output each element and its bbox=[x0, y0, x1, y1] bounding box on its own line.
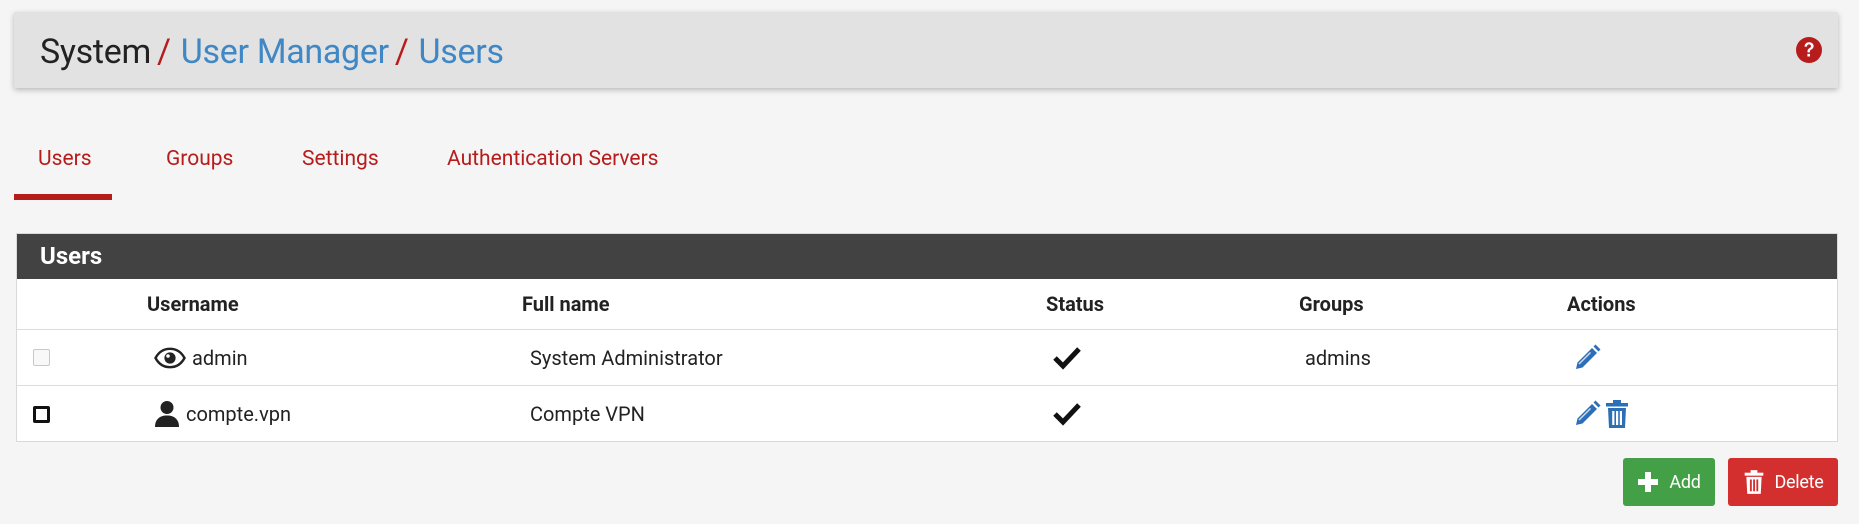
users-panel: Users Username Full name Status Groups A… bbox=[16, 233, 1838, 442]
row-select-checkbox bbox=[33, 349, 50, 366]
full-name-cell: System Administrator bbox=[530, 345, 723, 370]
add-user-button[interactable]: Add bbox=[1623, 458, 1715, 506]
tab-settings[interactable]: Settings bbox=[302, 138, 379, 200]
edit-icon[interactable] bbox=[1572, 399, 1602, 429]
checkmark-icon bbox=[1052, 402, 1082, 426]
table-row: admin System Administrator admins bbox=[17, 330, 1837, 386]
delete-users-button[interactable]: Delete bbox=[1728, 458, 1838, 506]
table-header-row: Username Full name Status Groups Actions bbox=[17, 279, 1837, 330]
tab-authentication-servers[interactable]: Authentication Servers bbox=[447, 138, 659, 200]
trash-icon bbox=[1743, 468, 1765, 496]
breadcrumb-system: System bbox=[40, 32, 151, 72]
breadcrumb-users-link[interactable]: Users bbox=[419, 32, 505, 72]
row-select-checkbox[interactable] bbox=[33, 405, 50, 423]
column-header-status[interactable]: Status bbox=[1046, 279, 1104, 329]
trash-icon[interactable] bbox=[1604, 399, 1630, 429]
tab-users[interactable]: Users bbox=[14, 138, 112, 200]
column-header-full-name[interactable]: Full name bbox=[522, 279, 610, 329]
tab-groups[interactable]: Groups bbox=[166, 138, 233, 200]
delete-button-label: Delete bbox=[1774, 471, 1824, 493]
username-cell: compte.vpn bbox=[186, 402, 292, 426]
user-icon bbox=[154, 400, 180, 428]
breadcrumb: System / User Manager / Users bbox=[40, 32, 504, 72]
column-header-actions: Actions bbox=[1567, 292, 1636, 316]
groups-cell: admins bbox=[1305, 345, 1371, 370]
page-header: System / User Manager / Users bbox=[14, 12, 1838, 88]
username-cell: admin bbox=[192, 345, 248, 370]
eye-icon bbox=[154, 347, 186, 369]
breadcrumb-user-manager-link[interactable]: User Manager bbox=[181, 32, 389, 72]
add-button-label: Add bbox=[1669, 471, 1701, 493]
column-header-username[interactable]: Username bbox=[147, 279, 239, 329]
help-icon[interactable] bbox=[1794, 35, 1824, 65]
breadcrumb-separator: / bbox=[157, 32, 171, 72]
table-row: compte.vpn Compte VPN bbox=[17, 386, 1837, 442]
edit-icon[interactable] bbox=[1572, 343, 1602, 373]
plus-icon bbox=[1637, 471, 1659, 493]
checkmark-icon bbox=[1052, 346, 1082, 370]
breadcrumb-separator: / bbox=[394, 32, 409, 72]
column-header-groups[interactable]: Groups bbox=[1299, 279, 1364, 329]
full-name-cell: Compte VPN bbox=[530, 402, 645, 426]
panel-title: Users bbox=[17, 234, 1837, 279]
